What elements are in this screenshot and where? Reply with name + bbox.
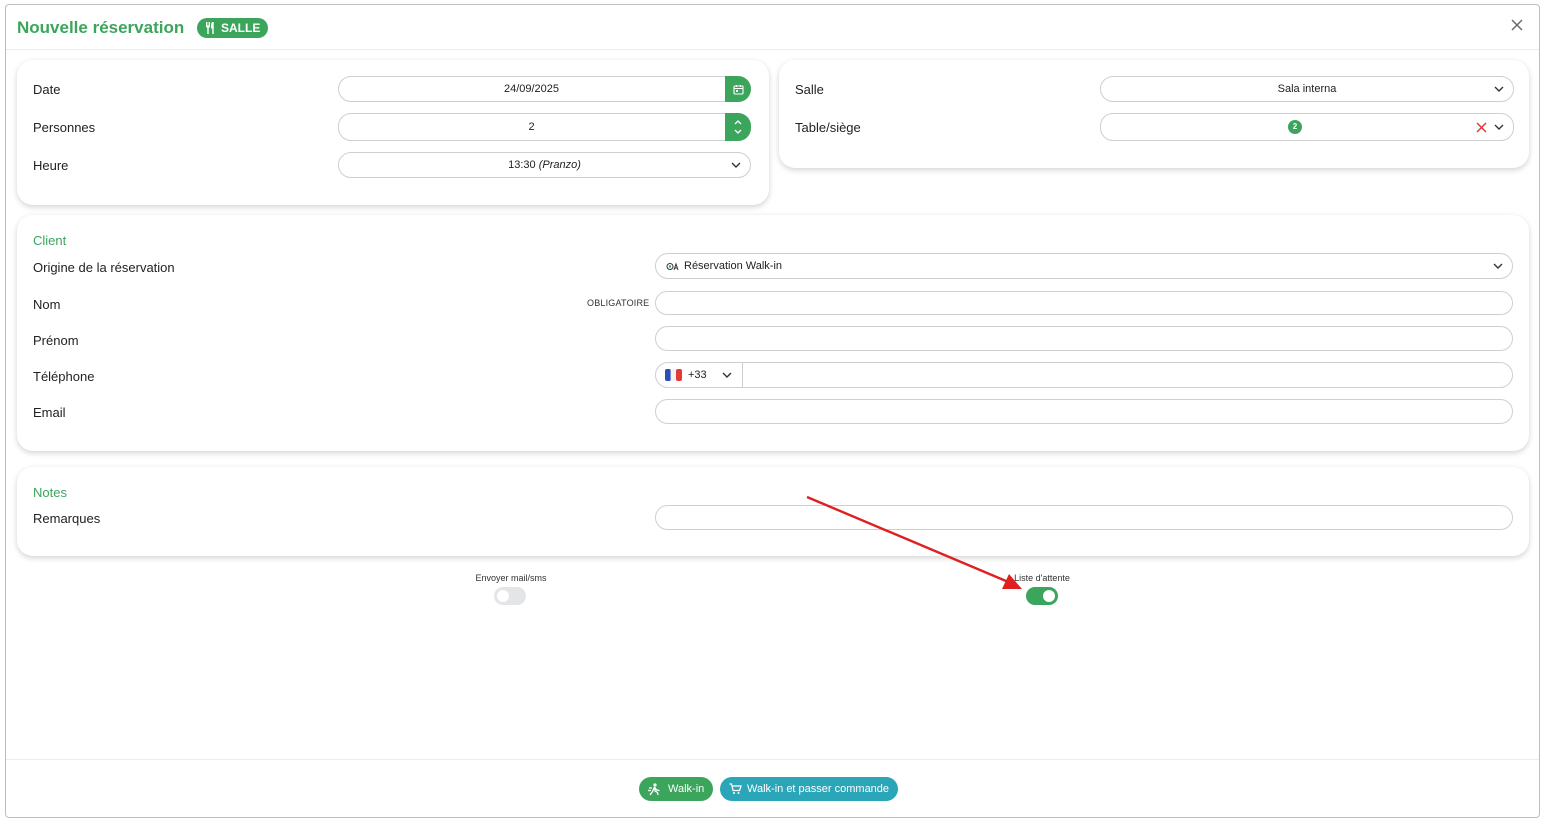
- walkin-order-button[interactable]: Walk-in et passer commande: [720, 777, 899, 801]
- annotation-arrow: [806, 495, 1022, 589]
- modal-footer: Walk-in Walk-in et passer commande: [6, 759, 1539, 817]
- reservation-modal: Nouvelle réservation SALLE Date 24/09/20…: [5, 4, 1540, 818]
- walkin-button-label: Walk-in: [668, 783, 705, 795]
- walkin-person-icon: [648, 782, 660, 795]
- walkin-order-button-label: Walk-in et passer commande: [747, 783, 890, 795]
- walkin-button[interactable]: Walk-in: [639, 777, 714, 801]
- cart-icon: [729, 783, 742, 794]
